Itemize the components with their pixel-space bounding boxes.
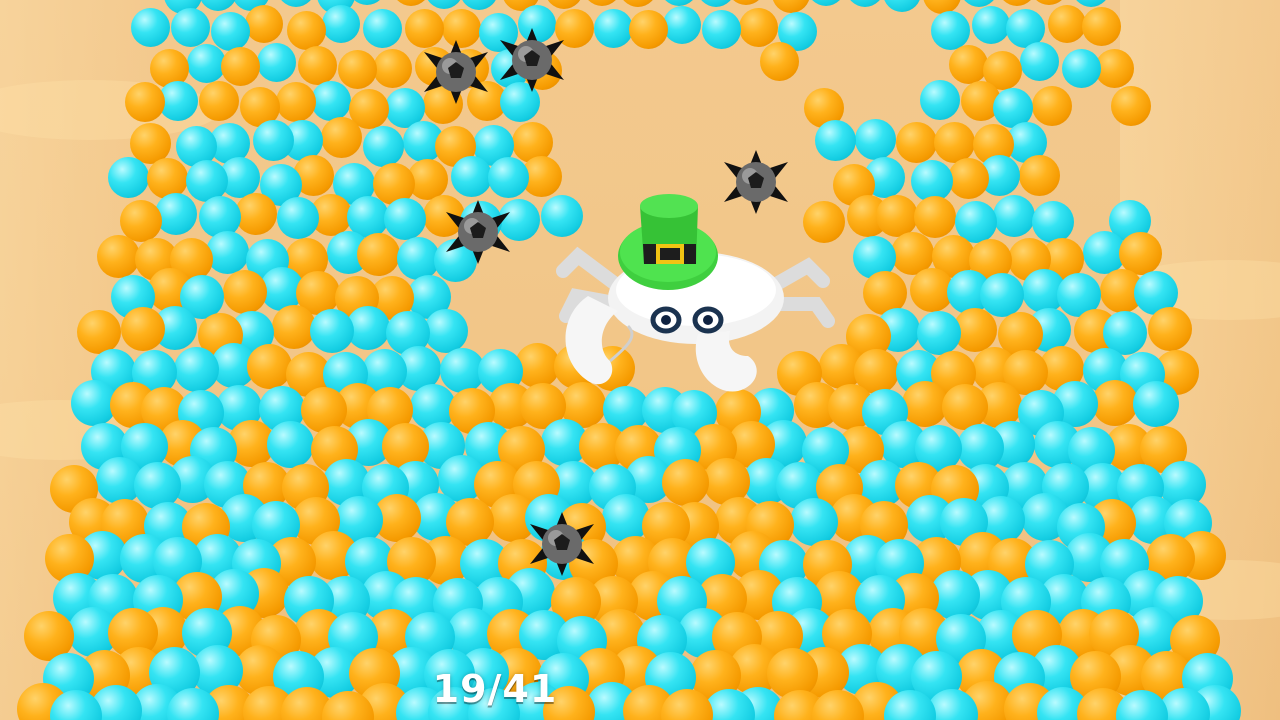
cyan-ball — [424, 309, 468, 353]
cyan-ball — [310, 309, 354, 353]
orange-ball — [545, 0, 583, 9]
orange-ball — [1148, 307, 1192, 351]
cyan-ball — [1072, 0, 1110, 7]
orange-ball — [934, 122, 975, 163]
orange-ball — [1048, 5, 1086, 43]
cyan-ball — [1032, 201, 1074, 243]
cyan-ball — [211, 12, 250, 51]
cyan-ball — [660, 0, 698, 6]
orange-ball — [357, 233, 400, 276]
cyan-ball — [1133, 381, 1179, 427]
cyan-ball — [807, 0, 845, 6]
cyan-ball — [206, 231, 249, 274]
orange-ball — [760, 42, 799, 81]
spiked-mine-icon — [446, 200, 510, 264]
cyan-ball — [322, 5, 360, 43]
orange-ball — [245, 5, 283, 43]
orange-ball — [619, 0, 657, 7]
orange-ball — [1032, 86, 1072, 126]
orange-ball — [125, 82, 165, 122]
cyan-ball — [363, 9, 402, 48]
cyan-ball — [488, 157, 529, 198]
cyan-ball — [267, 421, 314, 468]
orange-ball — [121, 307, 165, 351]
cyan-ball — [846, 0, 884, 7]
orange-ball — [1019, 155, 1060, 196]
orange-ball — [276, 82, 316, 122]
orange-ball — [662, 459, 709, 506]
cyan-ball — [199, 0, 237, 11]
orange-ball — [223, 270, 267, 314]
spiked-mine-icon — [530, 512, 594, 576]
orange-ball — [287, 11, 326, 50]
spiked-mine-icon — [424, 40, 488, 104]
orange-ball — [629, 10, 668, 49]
orange-ball — [1092, 380, 1138, 426]
cyan-ball — [277, 0, 315, 7]
progress-counter: 19/41 — [432, 667, 558, 711]
cyan-ball — [697, 0, 735, 7]
cyan-ball — [174, 347, 219, 392]
orange-ball — [772, 0, 810, 13]
orange-ball — [221, 47, 260, 86]
cyan-ball — [790, 498, 838, 546]
orange-ball — [914, 196, 956, 238]
cyan-ball — [972, 6, 1010, 44]
cyan-ball — [257, 43, 296, 82]
orange-ball — [1082, 7, 1121, 46]
cyan-ball — [920, 80, 960, 120]
orange-ball — [235, 193, 277, 235]
orange-ball — [876, 195, 918, 237]
cyan-ball — [815, 120, 856, 161]
orange-ball — [392, 0, 430, 6]
cyan-ball — [311, 81, 351, 121]
orange-ball — [896, 122, 937, 163]
orange-ball — [338, 50, 377, 89]
cyan-ball — [993, 195, 1035, 237]
orange-ball — [727, 0, 765, 5]
cyan-ball — [277, 197, 319, 239]
spiked-mine-icon — [500, 28, 564, 92]
cyan-ball — [931, 11, 970, 50]
cyan-ball — [131, 8, 170, 47]
cyan-ball — [171, 8, 210, 47]
orange-ball — [97, 235, 140, 278]
cyan-ball — [384, 198, 426, 240]
orange-ball — [949, 45, 988, 84]
orange-ball — [199, 81, 239, 121]
game-scene[interactable]: 19/41 — [0, 0, 1280, 720]
orange-ball — [739, 8, 778, 47]
orange-ball — [1030, 0, 1068, 5]
cyan-ball — [855, 119, 896, 160]
orange-ball — [298, 46, 337, 85]
cyan-ball — [1020, 42, 1059, 81]
orange-ball — [373, 49, 412, 88]
orange-ball — [948, 158, 989, 199]
cyan-ball — [1062, 49, 1101, 88]
cyan-ball — [594, 9, 633, 48]
orange-ball — [77, 310, 121, 354]
cyan-ball — [108, 157, 149, 198]
orange-ball — [998, 0, 1036, 6]
cyan-ball — [663, 6, 701, 44]
cyan-ball — [702, 10, 741, 49]
cyan-ball — [425, 0, 463, 9]
crab-player-icon[interactable] — [548, 186, 848, 406]
cyan-ball — [253, 120, 294, 161]
cyan-ball — [917, 311, 961, 355]
orange-ball — [247, 344, 292, 389]
orange-ball — [583, 0, 621, 6]
cyan-ball — [363, 126, 404, 167]
orange-ball — [321, 117, 362, 158]
cyan-ball — [451, 156, 492, 197]
cyan-ball — [155, 193, 197, 235]
orange-ball — [1111, 86, 1151, 126]
cyan-ball — [883, 0, 921, 12]
